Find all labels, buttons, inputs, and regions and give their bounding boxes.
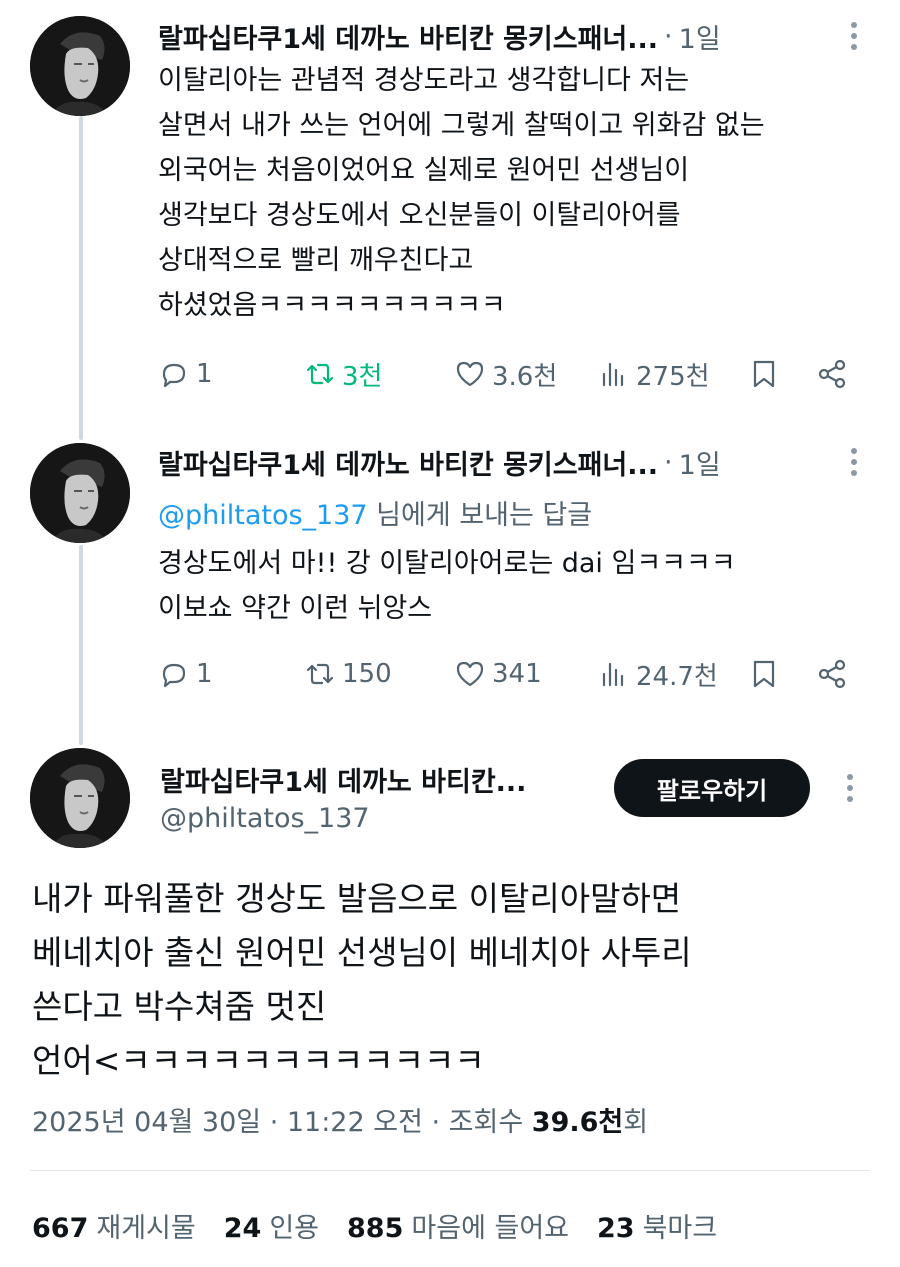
bookmark-icon <box>753 360 775 388</box>
main-tweet-header: 랄파십타쿠1세 데까노 바티칸... @philtatos_137 <box>160 760 600 834</box>
view-count: 275천 <box>636 361 710 392</box>
bookmark-button[interactable] <box>748 352 780 396</box>
share-button[interactable] <box>816 352 848 396</box>
view-count-suffix: 회 <box>623 1107 649 1138</box>
tweet-text: 경상도에서 마!! 강 이탈리아어로는 dai 임ㅋㅋㅋㅋ 이보쇼 약간 이런 … <box>158 548 736 624</box>
reply-context-label: 님에게 보내는 답글 <box>367 500 593 531</box>
reply-count: 1 <box>196 359 213 389</box>
thread-connector <box>79 116 83 440</box>
retweet-icon <box>306 363 334 385</box>
avatar[interactable] <box>30 748 130 848</box>
tweet-actions: 1 3천 3.6천 275천 <box>158 352 870 396</box>
more-icon[interactable] <box>838 446 870 478</box>
retweet-button[interactable]: 3천 <box>304 352 382 396</box>
avatar[interactable] <box>30 16 130 116</box>
reply-icon <box>162 663 186 688</box>
engagement-stats: 667 재게시물 24 인용 885 마음에 들어요 23 북마크 <box>32 1206 717 1245</box>
more-icon[interactable] <box>838 20 870 52</box>
follow-button[interactable]: 팔로우하기 <box>614 759 810 817</box>
retweet-count: 150 <box>342 659 392 689</box>
retweet-icon <box>306 663 334 685</box>
separator-dot: · <box>664 20 673 52</box>
divider <box>30 1170 870 1171</box>
author-name[interactable]: 랄파십타쿠1세 데까노 바티칸 몽키스패너... <box>158 17 658 56</box>
share-button[interactable] <box>816 652 848 696</box>
thread-connector <box>79 545 83 745</box>
like-button[interactable]: 3.6천 <box>454 352 557 396</box>
reply-icon <box>162 363 186 388</box>
view-count-value: 39.6천 <box>531 1107 624 1138</box>
avatar-portrait-icon <box>30 443 130 543</box>
author-name[interactable]: 랄파십타쿠1세 데까노 바티칸 몽키스패너... <box>158 443 658 482</box>
reply-button[interactable]: 1 <box>158 652 213 696</box>
share-icon <box>818 659 846 689</box>
views-button[interactable]: 275천 <box>598 352 710 396</box>
bookmarks-stat[interactable]: 23 북마크 <box>597 1206 717 1245</box>
like-icon <box>456 661 484 687</box>
more-icon[interactable] <box>834 772 866 804</box>
views-icon <box>602 362 624 387</box>
reply-context: @philtatos_137 님에게 보내는 답글 <box>158 493 592 532</box>
likes-stat[interactable]: 885 마음에 들어요 <box>347 1206 569 1245</box>
avatar-portrait-icon <box>30 748 130 848</box>
separator-dot: · <box>664 446 673 478</box>
like-button[interactable]: 341 <box>454 652 542 696</box>
views-button[interactable]: 24.7천 <box>598 652 718 696</box>
avatar-portrait-icon <box>30 16 130 116</box>
quotes-stat[interactable]: 24 인용 <box>224 1206 319 1245</box>
view-count: 24.7천 <box>636 661 718 692</box>
reply-count: 1 <box>196 659 213 689</box>
main-tweet-text: 내가 파워풀한 갱상도 발음으로 이탈리아말하면 베네치아 출신 원어민 선생님… <box>32 879 692 1080</box>
timestamp[interactable]: 1일 <box>679 17 721 56</box>
tweet-text: 이탈리아는 관념적 경상도라고 생각합니다 저는 살면서 내가 쓰는 언어에 그… <box>158 65 765 321</box>
reply-handle-link[interactable]: @philtatos_137 <box>158 500 368 531</box>
retweet-button[interactable]: 150 <box>304 652 392 696</box>
tweet-header: 랄파십타쿠1세 데까노 바티칸 몽키스패너... · 1일 <box>158 16 870 56</box>
bookmark-icon <box>753 660 775 688</box>
like-count: 341 <box>492 659 542 689</box>
retweets-stat[interactable]: 667 재게시물 <box>32 1206 196 1245</box>
views-icon <box>602 662 624 687</box>
like-icon <box>456 361 484 387</box>
reply-button[interactable]: 1 <box>158 352 213 396</box>
share-icon <box>818 359 846 389</box>
tweet-actions: 1 150 341 24.7천 <box>158 652 870 696</box>
retweet-count: 3천 <box>342 361 383 392</box>
tweet-date[interactable]: 2025년 04월 30일 · 11:22 오전 · 조회수 <box>32 1107 532 1138</box>
timestamp[interactable]: 1일 <box>679 443 721 482</box>
tweet-header: 랄파십타쿠1세 데까노 바티칸 몽키스패너... · 1일 <box>158 442 870 482</box>
bookmark-button[interactable] <box>748 652 780 696</box>
author-name[interactable]: 랄파십타쿠1세 데까노 바티칸... <box>160 760 600 799</box>
tweet-meta: 2025년 04월 30일 · 11:22 오전 · 조회수 39.6천회 <box>32 1100 648 1139</box>
avatar[interactable] <box>30 443 130 543</box>
author-handle[interactable]: @philtatos_137 <box>160 803 600 834</box>
like-count: 3.6천 <box>492 361 558 392</box>
